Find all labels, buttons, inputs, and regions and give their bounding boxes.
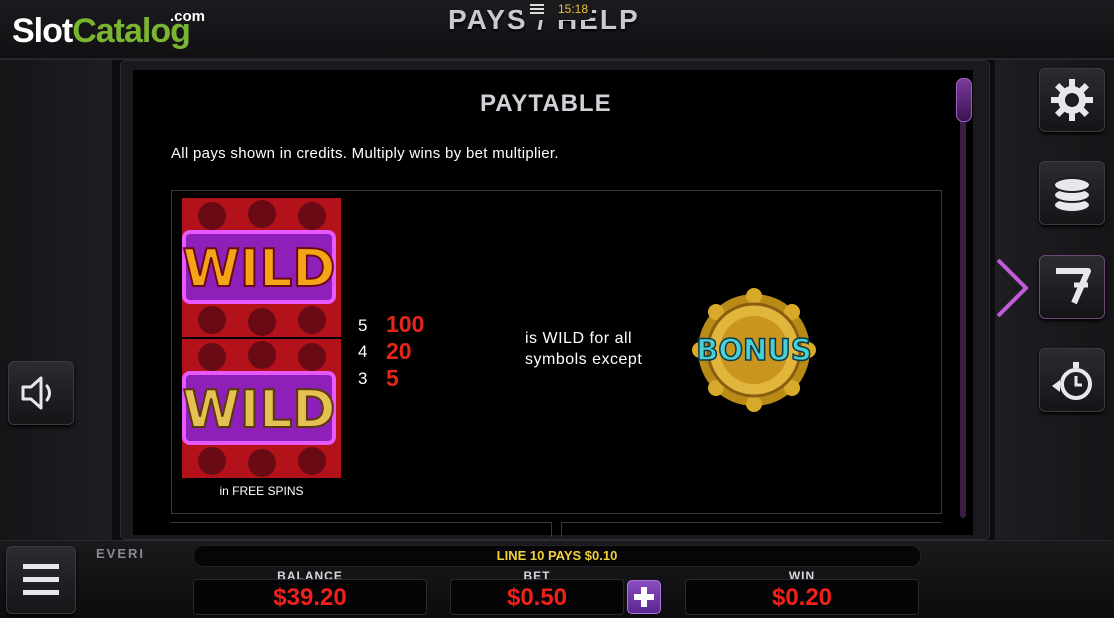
pays-note: All pays shown in credits. Multiply wins… (171, 145, 559, 162)
active-pointer-icon (996, 258, 1029, 318)
scrollbar-thumb[interactable] (956, 78, 972, 122)
hamburger-icon (23, 564, 59, 595)
coin-stack-icon (1053, 177, 1091, 213)
paytable-title: PAYTABLE (480, 90, 612, 117)
everi-logo: EVERI (96, 546, 146, 561)
wild-description: is WILD for all symbols except (525, 328, 642, 370)
pay-amount-5: 100 (386, 311, 425, 337)
wild-desc-line-1: is WILD for all (525, 330, 633, 347)
svg-text:WILD: WILD (182, 380, 335, 440)
free-spins-label: in FREE SPINS (219, 484, 304, 498)
paytable-button[interactable] (1039, 255, 1105, 319)
win-message: LINE 10 PAYS $0.10 (193, 545, 921, 567)
balance-value: $39.20 (193, 579, 427, 615)
speaker-icon (21, 376, 51, 410)
svg-text:WILD: WILD (182, 239, 335, 299)
bet-increase-button[interactable] (627, 580, 661, 614)
wild-symbol-free-spins-image: WILD (182, 339, 341, 478)
sound-button[interactable] (8, 361, 74, 425)
logo-slot-text: Slot (12, 12, 73, 50)
pay-amount-3: 5 (386, 365, 399, 391)
bet-value[interactable]: $0.50 (450, 579, 624, 615)
plus-icon (634, 587, 654, 607)
autoplay-button[interactable] (1039, 348, 1105, 412)
pay-count-3: 3 (358, 369, 368, 388)
scrollbar-track[interactable] (960, 80, 966, 518)
bet-coins-button[interactable] (1039, 161, 1105, 225)
hamburger-small-icon[interactable] (530, 2, 544, 18)
clock-time: 15:18 (558, 2, 589, 16)
next-section-box-right (561, 522, 941, 537)
gear-icon (1051, 79, 1093, 121)
watermark-logo: SlotCatalog (12, 12, 191, 51)
win-value: $0.20 (685, 579, 919, 615)
pay-amount-4: 20 (386, 338, 412, 364)
bonus-symbol-image: BONUS (692, 288, 816, 412)
svg-text:BONUS: BONUS (696, 333, 811, 367)
settings-button[interactable] (1039, 68, 1105, 132)
left-panel (0, 60, 112, 540)
logo-com-text: .com (170, 8, 206, 25)
main-menu-button[interactable] (6, 546, 76, 614)
wild-symbol-image: WILD (182, 198, 341, 337)
pay-count-5: 5 (358, 316, 368, 335)
pay-count-4: 4 (358, 342, 368, 361)
seven-icon (1056, 268, 1091, 305)
stopwatch-icon (1052, 362, 1092, 400)
next-section-box-left (171, 522, 552, 537)
wild-desc-line-2: symbols except (525, 351, 643, 368)
